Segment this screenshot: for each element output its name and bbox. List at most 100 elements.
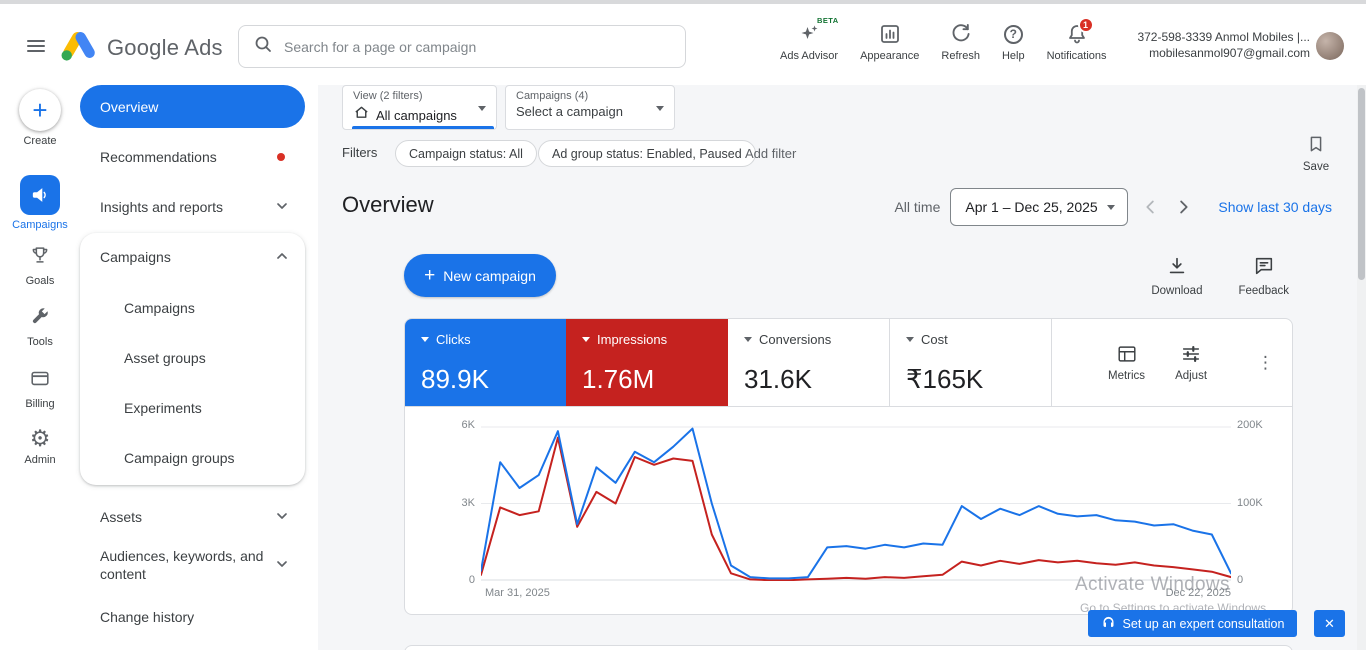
metric-label: Impressions <box>597 332 668 347</box>
metric-card-cost[interactable]: Cost ₹165K <box>889 319 1051 406</box>
notification-badge: 1 <box>1077 17 1094 33</box>
refresh-button[interactable]: Refresh <box>941 21 980 62</box>
sidebar-item-campaigns-header[interactable]: Campaigns <box>80 233 305 281</box>
search-icon <box>253 34 273 59</box>
feedback-label: Feedback <box>1238 285 1289 297</box>
previous-period-button[interactable] <box>1140 196 1162 218</box>
gear-icon: ⚙ <box>29 425 51 451</box>
rail-create-button[interactable]: + Create <box>0 89 80 147</box>
google-ads-app: Google Ads BETA Ads Advisor Appearance <box>0 0 1366 650</box>
rail-billing-button[interactable]: Billing <box>0 367 80 410</box>
right-axis-tick: 200K <box>1237 419 1263 431</box>
line-chart <box>481 426 1231 581</box>
rail-admin-button[interactable]: ⚙ Admin <box>0 425 80 467</box>
campaign-selector-caption: Campaigns (4) <box>516 90 589 102</box>
sidebar-item-assets[interactable]: Assets <box>80 492 305 542</box>
metric-card-conversions[interactable]: Conversions 31.6K <box>728 319 889 406</box>
feedback-icon <box>1253 255 1275 282</box>
activate-windows-watermark: Activate Windows <box>1075 574 1230 595</box>
caret-down-icon <box>1107 204 1116 210</box>
metrics-button-label: Metrics <box>1108 370 1146 382</box>
sidebar-item-campaigns[interactable]: Campaigns <box>80 283 305 333</box>
metric-label: Clicks <box>436 332 471 347</box>
metrics-button[interactable]: Metrics <box>1108 343 1145 382</box>
chevron-down-icon <box>273 507 291 528</box>
filter-chip-campaign-status[interactable]: Campaign status: All <box>395 140 537 167</box>
rail-campaigns-label: Campaigns <box>12 219 68 231</box>
active-view-underline <box>352 126 494 129</box>
caret-down-icon <box>656 106 664 111</box>
adjust-button[interactable]: Adjust <box>1175 343 1207 382</box>
sidebar-item-overview[interactable]: Overview <box>80 85 305 128</box>
rail-campaigns-button[interactable]: Campaigns <box>0 175 80 231</box>
notifications-button[interactable]: 1 Notifications <box>1046 17 1107 62</box>
metric-label: Cost <box>921 332 948 347</box>
sidebar-item-insights[interactable]: Insights and reports <box>80 182 305 232</box>
account-avatar[interactable] <box>1316 32 1344 60</box>
ads-advisor-button[interactable]: BETA Ads Advisor <box>780 16 839 62</box>
ads-advisor-label: Ads Advisor <box>780 50 839 62</box>
rail-tools-label: Tools <box>27 336 53 348</box>
filter-chip-ad-group-status[interactable]: Ad group status: Enabled, Paused <box>538 140 756 167</box>
sidebar-overview-label: Overview <box>100 98 159 115</box>
sidebar-item-recommendations[interactable]: Recommendations <box>80 132 305 182</box>
metric-card-clicks[interactable]: Clicks 89.9K <box>405 319 566 406</box>
more-options-icon[interactable]: ⋮ <box>1257 353 1274 373</box>
campaign-selector-value: Select a campaign <box>516 104 623 119</box>
sidebar-item-asset-groups[interactable]: Asset groups <box>80 333 305 383</box>
save-button[interactable]: Save <box>1294 134 1338 173</box>
help-button[interactable]: ? Help <box>1002 21 1025 62</box>
menu-icon[interactable] <box>24 34 48 58</box>
metric-card-impressions[interactable]: Impressions 1.76M <box>566 319 728 406</box>
date-range-picker[interactable]: Apr 1 – Dec 25, 2025 <box>950 188 1129 226</box>
rail-goals-button[interactable]: Goals <box>0 244 80 287</box>
sidebar-item-experiments[interactable]: Experiments <box>80 383 305 433</box>
chevron-up-icon <box>273 247 291 268</box>
sidebar-item-audiences[interactable]: Audiences, keywords, and content <box>80 537 305 593</box>
insights-label: Insights and reports <box>100 199 223 215</box>
metric-value: 1.76M <box>582 364 655 394</box>
rail-tools-button[interactable]: Tools <box>0 305 80 348</box>
feedback-button[interactable]: Feedback <box>1238 255 1289 297</box>
google-ads-logo-icon <box>60 28 98 67</box>
logo-text: Google Ads <box>107 34 223 60</box>
notifications-label: Notifications <box>1046 50 1107 62</box>
appearance-button[interactable]: Appearance <box>860 21 919 62</box>
google-ads-logo[interactable]: Google Ads <box>60 28 223 67</box>
metrics-table-icon <box>1116 343 1138 368</box>
campaign-selector[interactable]: Campaigns (4) Select a campaign <box>505 85 675 130</box>
rail-create-label: Create <box>23 135 57 147</box>
add-filter-button[interactable]: Add filter <box>745 146 796 161</box>
home-icon <box>353 104 370 126</box>
next-period-button[interactable] <box>1172 196 1194 218</box>
metric-value: 89.9K <box>421 364 489 394</box>
sidebar-item-campaign-groups[interactable]: Campaign groups <box>80 433 305 483</box>
scrollbar-track <box>1357 85 1366 650</box>
search-input[interactable] <box>284 38 671 55</box>
account-info[interactable]: 372-598-3339 Anmol Mobiles |... mobilesa… <box>1137 29 1310 61</box>
scrollbar-thumb[interactable] <box>1358 88 1365 280</box>
card-actions: Download Feedback <box>1151 255 1289 297</box>
caret-down-icon <box>478 106 486 111</box>
campaigns-header-label: Campaigns <box>100 249 171 265</box>
show-last-30-days-link[interactable]: Show last 30 days <box>1218 199 1332 215</box>
view-selector[interactable]: View (2 filters) All campaigns <box>342 85 497 130</box>
download-icon <box>1166 255 1188 282</box>
global-search <box>238 25 686 68</box>
download-label: Download <box>1151 285 1203 297</box>
date-controls: All time Apr 1 – Dec 25, 2025 Show last … <box>894 188 1332 226</box>
sidebar: Overview Recommendations Insights and re… <box>80 85 318 650</box>
download-button[interactable]: Download <box>1151 255 1202 297</box>
change-history-label: Change history <box>100 609 195 625</box>
new-campaign-button[interactable]: + New campaign <box>404 254 556 297</box>
close-consultation-button[interactable]: ✕ <box>1314 610 1345 637</box>
view-selector-value: All campaigns <box>376 107 457 123</box>
filters-label: Filters <box>342 145 378 160</box>
date-range-value: Apr 1 – Dec 25, 2025 <box>965 199 1098 215</box>
sidebar-item-change-history[interactable]: Change history <box>80 592 305 642</box>
expert-consultation-button[interactable]: Set up an expert consultation <box>1088 610 1297 637</box>
beta-tag: BETA <box>817 16 839 25</box>
metric-strip: Clicks 89.9K Impressions 1.76M Conversio… <box>405 319 1292 407</box>
refresh-label: Refresh <box>941 50 980 62</box>
rail-admin-label: Admin <box>24 454 56 466</box>
